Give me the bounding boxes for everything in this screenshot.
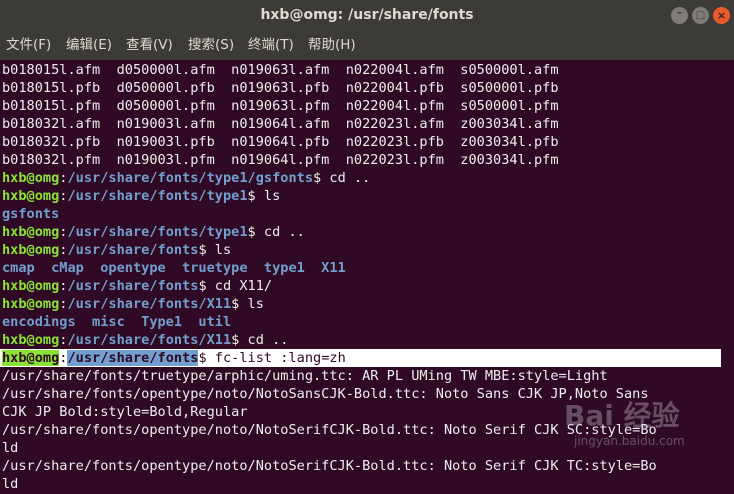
prompt-path: /usr/share/fonts/type1	[67, 224, 248, 240]
output-line: /usr/share/fonts/opentype/noto/NotoSansC…	[2, 386, 649, 402]
menu-bar: 文件(F) 编辑(E) 查看(V) 搜索(S) 终端(T) 帮助(H)	[0, 31, 734, 60]
output-line: ld	[2, 476, 19, 492]
prompt-line: hxb@omg:/usr/share/fonts/type1$ cd ..	[2, 223, 305, 241]
output-line: ld	[2, 440, 19, 456]
prompt-command: cd ..	[321, 170, 371, 186]
prompt-user: hxb@omg	[2, 170, 60, 186]
watermark-brand: Bai 经验	[564, 399, 680, 432]
prompt-symbol: $	[313, 170, 322, 186]
file-list-row: b018032l.afm n019003l.afm n019064l.afm n…	[2, 116, 559, 132]
menu-file[interactable]: 文件(F)	[6, 31, 51, 60]
file-list-row: b018015l.pfb d050000l.pfb n019063l.pfb n…	[2, 80, 559, 96]
minimize-button[interactable]: –	[671, 7, 688, 24]
prompt-path: /usr/share/fonts/X11	[67, 296, 232, 312]
prompt-symbol: $	[198, 350, 207, 366]
ls-output: encodings misc Type1 util	[2, 314, 232, 330]
prompt-user: hxb@omg	[2, 188, 60, 204]
prompt-line: hxb@omg:/usr/share/fonts$ ls	[2, 241, 231, 259]
prompt-line: hxb@omg:/usr/share/fonts$ cd X11/	[2, 277, 272, 295]
prompt-path: /usr/share/fonts	[67, 242, 199, 258]
menu-view[interactable]: 查看(V)	[126, 31, 173, 60]
menu-edit[interactable]: 编辑(E)	[66, 31, 112, 60]
prompt-user: hxb@omg	[2, 350, 60, 366]
close-button[interactable]: ×	[713, 7, 730, 24]
prompt-command: cd ..	[239, 332, 289, 348]
output-line: CJK JP Bold:style=Bold,Regular	[2, 404, 248, 420]
prompt-user: hxb@omg	[2, 242, 60, 258]
selected-prompt-line[interactable]: hxb@omg:/usr/share/fonts$ fc-list :lang=…	[2, 349, 346, 367]
ls-output: gsfonts	[2, 206, 60, 222]
prompt-line: hxb@omg:/usr/share/fonts/X11$ ls	[2, 295, 264, 313]
prompt-path: /usr/share/fonts/X11	[67, 332, 232, 348]
maximize-button[interactable]: □	[692, 7, 709, 24]
close-icon: ×	[716, 9, 727, 22]
prompt-user: hxb@omg	[2, 296, 60, 312]
prompt-user: hxb@omg	[2, 224, 60, 240]
output-line: /usr/share/fonts/opentype/noto/NotoSerif…	[2, 422, 657, 438]
output-line: /usr/share/fonts/opentype/noto/NotoSerif…	[2, 458, 657, 474]
prompt-command: ls	[206, 242, 232, 258]
output-line: /usr/share/fonts/truetype/arphic/uming.t…	[2, 368, 608, 384]
title-bar: hxb@omg: /usr/share/fonts – □ ×	[0, 0, 734, 31]
prompt-user: hxb@omg	[2, 332, 60, 348]
menu-search[interactable]: 搜索(S)	[188, 31, 234, 60]
prompt-symbol: $	[198, 242, 207, 258]
prompt-symbol: $	[247, 188, 256, 204]
prompt-symbol: $	[247, 224, 256, 240]
prompt-path: /usr/share/fonts	[67, 278, 199, 294]
ls-output: cmap cMap opentype truetype type1 X11	[2, 260, 346, 276]
prompt-line: hxb@omg:/usr/share/fonts/type1/gsfonts$ …	[2, 169, 370, 187]
menu-help[interactable]: 帮助(H)	[308, 31, 356, 60]
minimize-icon: –	[676, 6, 683, 19]
file-list-row: b018015l.afm d050000l.afm n019063l.afm n…	[2, 62, 559, 78]
prompt-command: cd ..	[255, 224, 305, 240]
watermark-url: jingyan.baidu.com	[574, 434, 685, 448]
prompt-line: hxb@omg:/usr/share/fonts/type1$ ls	[2, 187, 280, 205]
prompt-symbol: $	[198, 278, 207, 294]
baidu-watermark: Bai 经验 jingyan.baidu.com	[564, 394, 714, 454]
file-list-row: b018015l.pfm d050000l.pfm n019063l.pfm n…	[2, 98, 559, 114]
maximize-icon: □	[695, 10, 706, 21]
prompt-path: /usr/share/fonts/type1	[67, 188, 248, 204]
file-list-row: b018032l.pfb n019003l.pfb n019064l.pfb n…	[2, 134, 559, 150]
prompt-user: hxb@omg	[2, 278, 60, 294]
prompt-command: ls	[239, 296, 264, 312]
prompt-command: ls	[255, 188, 281, 204]
prompt-path: /usr/share/fonts/type1/gsfonts	[67, 170, 314, 186]
window-title: hxb@omg: /usr/share/fonts	[260, 7, 474, 23]
prompt-command: fc-list :lang=zh	[206, 350, 346, 366]
prompt-path: /usr/share/fonts	[67, 350, 199, 366]
prompt-line: hxb@omg:/usr/share/fonts/X11$ cd ..	[2, 331, 288, 349]
prompt-command: cd X11/	[206, 278, 273, 294]
file-list-row: b018032l.pfm n019003l.pfm n019064l.pfm n…	[2, 152, 559, 168]
menu-terminal[interactable]: 终端(T)	[248, 31, 294, 60]
